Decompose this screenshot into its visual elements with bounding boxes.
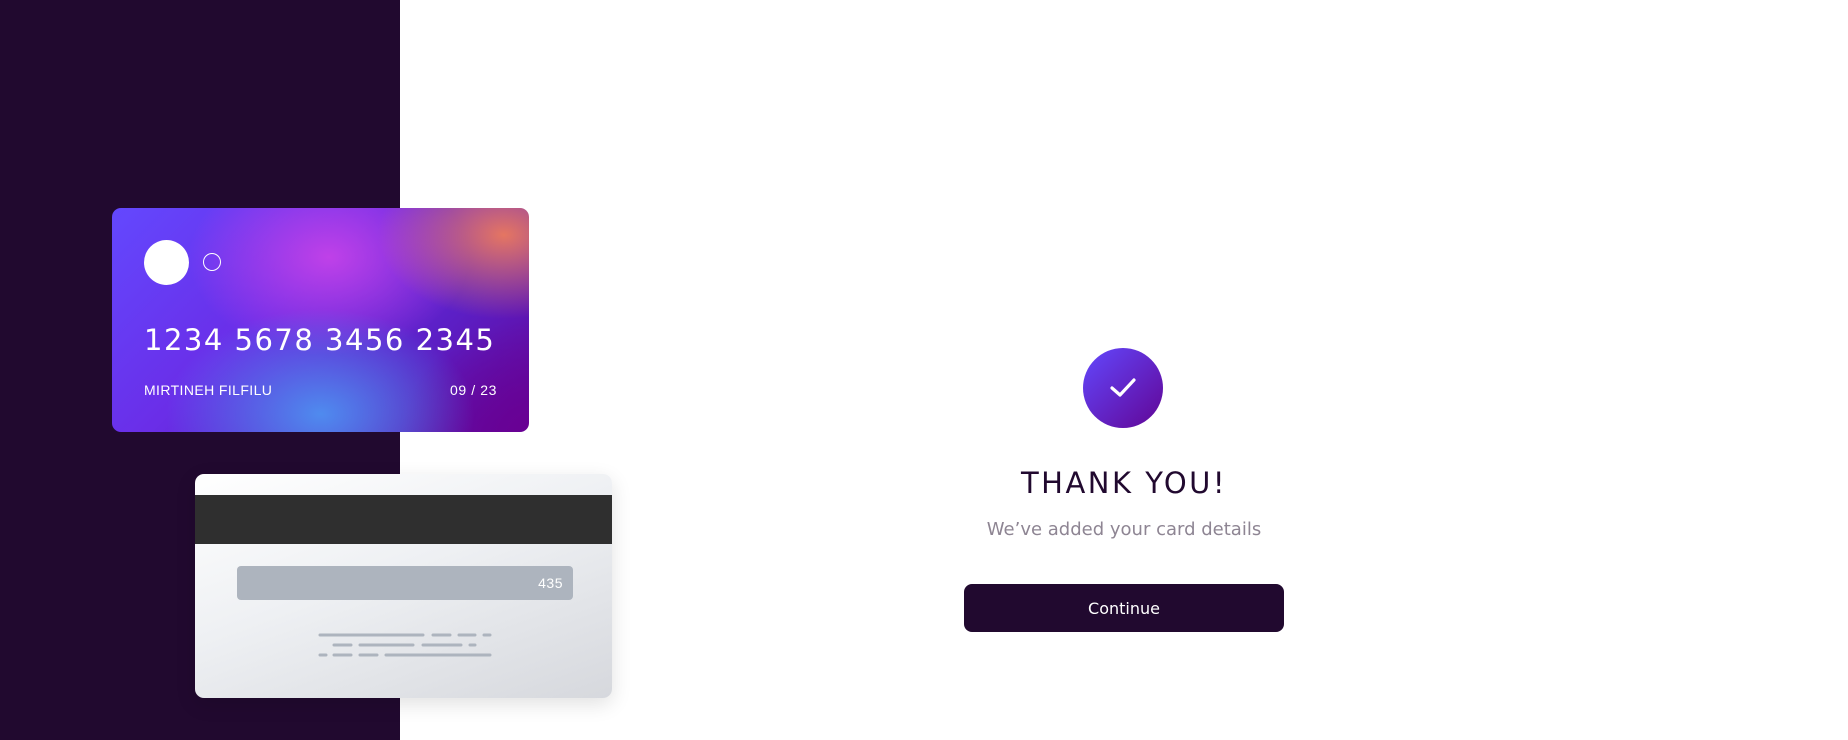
card-logo-outline-circle-icon <box>203 253 221 271</box>
card-expiry: 09 / 23 <box>449 382 497 398</box>
card-back: 435 <box>195 474 612 698</box>
check-icon <box>1110 378 1136 397</box>
card-front: 1234 5678 3456 2345 MIRTINEH FILFILU 09 … <box>112 208 529 432</box>
cardholder-name: MIRTINEH FILFILU <box>144 382 273 398</box>
continue-button[interactable]: Continue <box>964 584 1284 632</box>
card-fine-print <box>318 633 492 657</box>
card-logo-filled-circle-icon <box>144 240 189 285</box>
magnetic-stripe <box>195 495 612 544</box>
card-number: 1234 5678 3456 2345 <box>144 323 496 357</box>
confirmation-title: THANK YOU! <box>1020 466 1228 500</box>
page: 1234 5678 3456 2345 MIRTINEH FILFILU 09 … <box>0 0 1848 740</box>
signature-strip: 435 <box>237 566 573 600</box>
success-check-badge <box>1083 348 1163 428</box>
confirmation-subtitle: We’ve added your card details <box>986 519 1262 540</box>
card-cvc: 435 <box>538 575 563 591</box>
